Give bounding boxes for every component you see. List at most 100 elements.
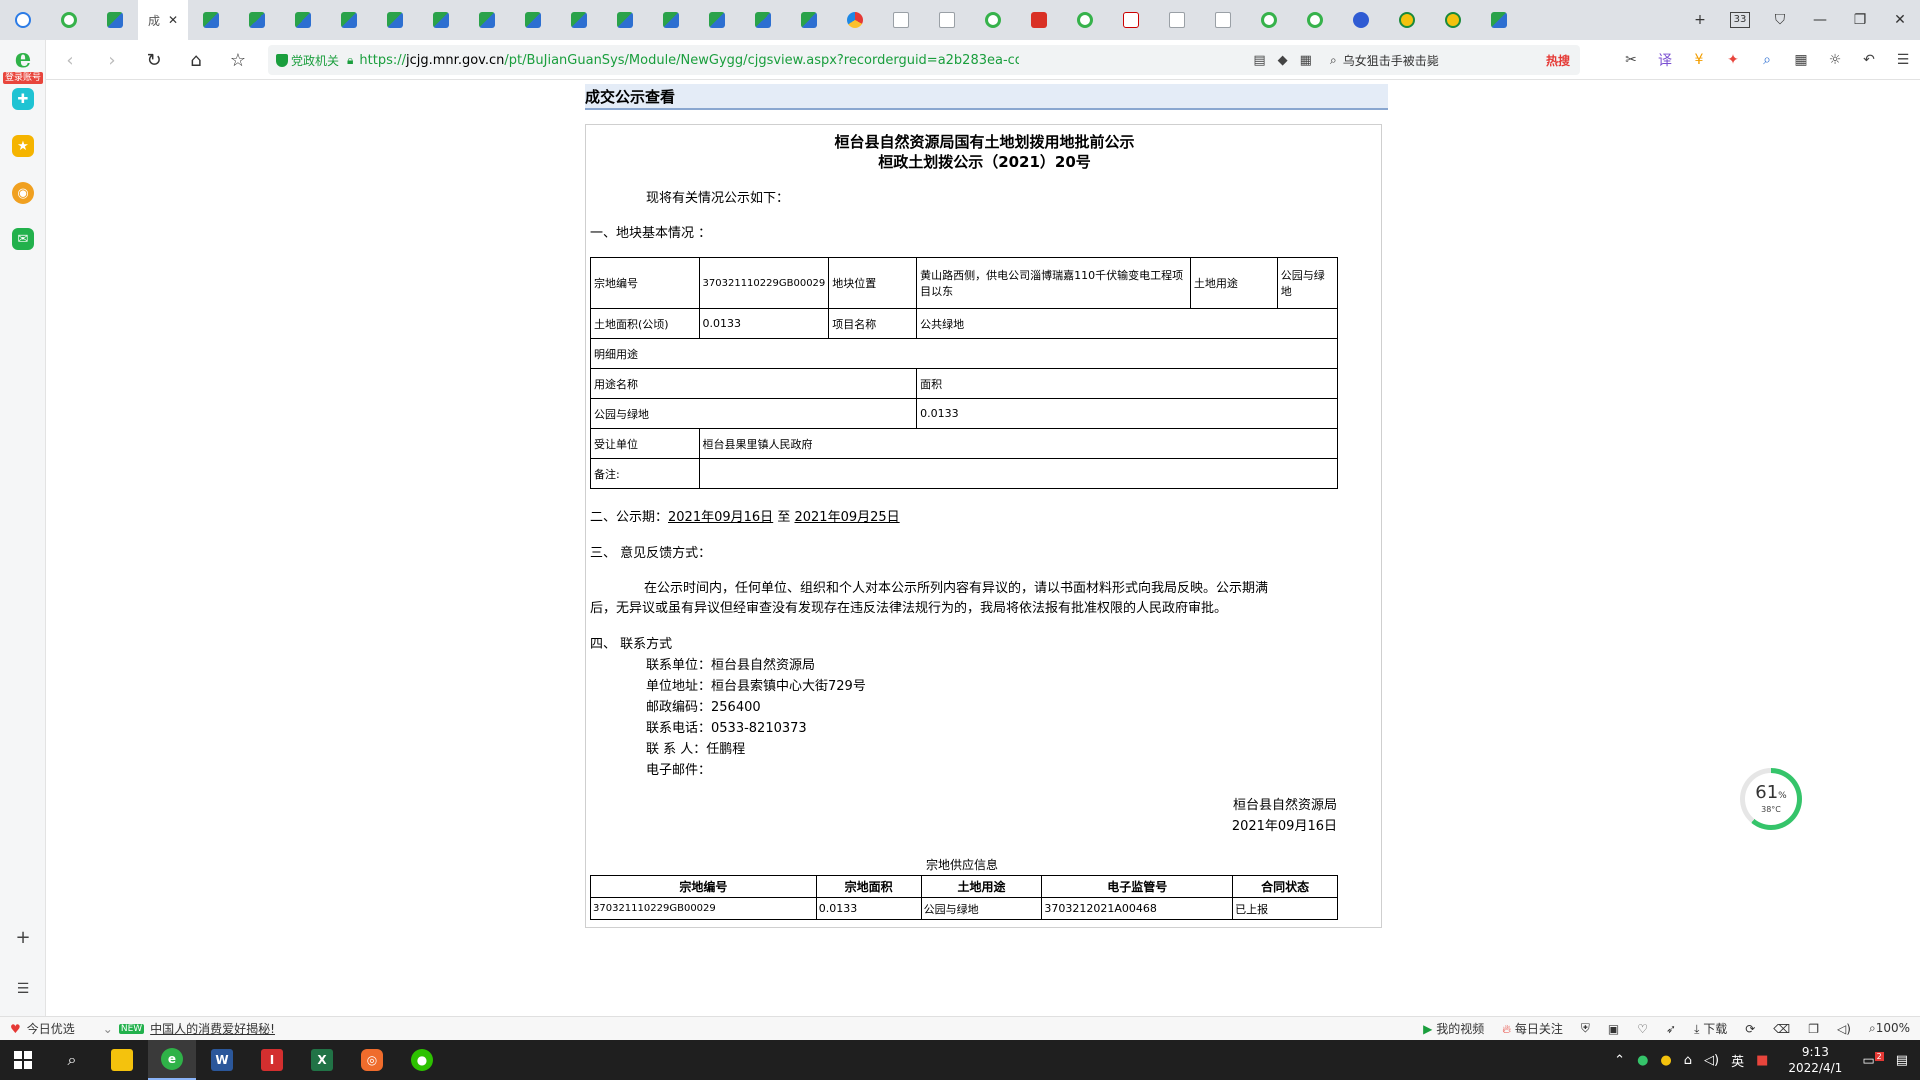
taskbar-word[interactable]: W (198, 1040, 246, 1080)
game-icon[interactable]: ✦ (1716, 52, 1750, 68)
windows-start-icon[interactable] (14, 1051, 32, 1069)
menu-icon[interactable]: ☰ (1886, 52, 1920, 68)
image-icon[interactable]: ▣ (1608, 1022, 1619, 1036)
mail-icon[interactable]: ✉ (12, 228, 34, 250)
lock-icon[interactable]: 🔒︎ (347, 53, 353, 68)
health-icon[interactable]: ♡ (1637, 1022, 1648, 1036)
shirt-skin-icon[interactable]: ⛉ (1760, 0, 1800, 40)
search-tool-icon[interactable]: ⌕ (1750, 52, 1784, 68)
taskbar-excel[interactable]: X (298, 1040, 346, 1080)
undo-icon[interactable]: ↶ (1852, 52, 1886, 68)
browser-tab[interactable] (1246, 0, 1292, 40)
chevron-down-icon[interactable]: ⌄ (103, 1022, 113, 1036)
taskbar-file-explorer[interactable] (98, 1040, 146, 1080)
browser-tab[interactable] (924, 0, 970, 40)
today-picks-link[interactable]: 今日优选 (27, 1020, 75, 1037)
clear-icon[interactable]: ⌫ (1773, 1022, 1790, 1036)
browser-tab[interactable] (510, 0, 556, 40)
address-bar[interactable]: 党政机关 🔒︎ https://jcjg.mnr.gov.cn/pt/BuJia… (268, 45, 1364, 75)
favorites-star-icon[interactable]: ★ (12, 135, 34, 157)
browser-tab[interactable] (1476, 0, 1522, 40)
browser-tab[interactable] (832, 0, 878, 40)
hot-search-tag[interactable]: 热搜 (1546, 52, 1570, 69)
window-icon[interactable]: ❐ (1808, 1022, 1819, 1036)
zoom-control[interactable]: ⌕100% (1869, 1021, 1910, 1036)
translate-icon[interactable]: 译 (1648, 50, 1682, 70)
system-clock[interactable]: 9:13 2022/4/1 (1788, 1044, 1842, 1076)
security-icon[interactable]: ◆ (1278, 53, 1288, 68)
browser-tab[interactable] (1154, 0, 1200, 40)
home-button[interactable]: ⌂ (184, 48, 208, 72)
action-center-icon[interactable]: ▤ (1896, 1053, 1908, 1068)
browser-tab[interactable] (46, 0, 92, 40)
browser-tab[interactable] (372, 0, 418, 40)
tray-app2-icon[interactable]: ● (1660, 1053, 1671, 1068)
browser-tab[interactable] (188, 0, 234, 40)
sync-icon[interactable]: ⟳ (1745, 1022, 1755, 1036)
rocket-icon[interactable]: ➶ (1666, 1022, 1676, 1036)
browser-tab[interactable] (92, 0, 138, 40)
taskbar-wechat[interactable]: ● (398, 1040, 446, 1080)
login-account-tag[interactable]: 登录账号 (3, 72, 44, 84)
browser-tab[interactable] (0, 0, 46, 40)
browser-tab[interactable] (740, 0, 786, 40)
browser-tab[interactable] (1430, 0, 1476, 40)
plus-app-icon[interactable]: ✚ (12, 88, 34, 110)
browser-tab[interactable] (970, 0, 1016, 40)
qr-code-icon[interactable]: ▦ (1300, 53, 1312, 68)
weibo-icon[interactable]: ◉ (12, 182, 34, 204)
close-window-button[interactable]: ✕ (1880, 0, 1920, 40)
taskbar-game[interactable]: ◎ (348, 1040, 396, 1080)
browser-tab[interactable] (602, 0, 648, 40)
add-sidebar-app-icon[interactable]: + (12, 926, 34, 948)
tab-active[interactable]: 成 ✕ (138, 0, 188, 40)
browser-tab[interactable] (648, 0, 694, 40)
taskbar-pdf-app[interactable]: I (248, 1040, 296, 1080)
browser-tab[interactable] (786, 0, 832, 40)
browser-tab[interactable] (1292, 0, 1338, 40)
browser-tab[interactable] (280, 0, 326, 40)
network-icon[interactable]: ⌂ (1684, 1053, 1692, 1068)
sidebar-menu-icon[interactable]: ☰ (12, 978, 34, 1000)
browser-tab[interactable] (326, 0, 372, 40)
shield-icon[interactable]: ⛨ (1581, 1021, 1590, 1036)
download-link[interactable]: ⤓ 下载 (1694, 1020, 1727, 1037)
reader-mode-icon[interactable]: ▤ (1253, 53, 1265, 68)
apps-grid-icon[interactable]: ▦ (1784, 52, 1818, 68)
browser-tab[interactable] (556, 0, 602, 40)
browser-tab[interactable] (1108, 0, 1154, 40)
tab-close-icon[interactable]: ✕ (168, 13, 178, 27)
daily-focus-link[interactable]: 🔥︎ 每日关注 (1502, 1020, 1563, 1037)
browser-tab[interactable] (1016, 0, 1062, 40)
browser-tab[interactable] (234, 0, 280, 40)
tray-app-icon[interactable]: ● (1637, 1053, 1648, 1068)
back-button[interactable]: ‹ (58, 48, 82, 72)
refresh-button[interactable]: ↻ (142, 48, 166, 72)
forward-button[interactable]: › (100, 48, 124, 72)
sound-icon[interactable]: ◁) (1837, 1022, 1851, 1036)
bookmark-star-button[interactable]: ☆ (226, 48, 250, 72)
volume-icon[interactable]: ◁) (1704, 1053, 1719, 1068)
browser-tab[interactable] (1062, 0, 1108, 40)
new-tab-button[interactable]: + (1680, 0, 1720, 40)
browser-tab[interactable] (694, 0, 740, 40)
browser-tab[interactable] (1338, 0, 1384, 40)
ime-indicator[interactable]: 英 (1731, 1051, 1744, 1070)
my-video-link[interactable]: ▶ 我的视频 (1423, 1020, 1484, 1037)
search-box[interactable]: ⌕ 乌女狙击手被击毙 热搜 (1322, 45, 1580, 75)
browser-tab[interactable] (878, 0, 924, 40)
taskbar-browser[interactable]: e (148, 1040, 196, 1080)
tray-expand-icon[interactable]: ⌃ (1614, 1053, 1625, 1068)
restore-button[interactable]: ❐ (1840, 0, 1880, 40)
taskbar-search[interactable]: ⌕ (48, 1040, 96, 1080)
notification-app-icon[interactable]: ▭ 2 (1862, 1051, 1884, 1068)
url-text[interactable]: https://jcjg.mnr.gov.cn/pt/BuJianGuanSys… (359, 53, 1019, 68)
browser-tab[interactable] (418, 0, 464, 40)
news-link[interactable]: 中国人的消费爱好揭秘! (150, 1020, 275, 1037)
browser-tab[interactable] (1200, 0, 1246, 40)
browser-tab[interactable] (464, 0, 510, 40)
browser-logo[interactable]: e 登录账号 (3, 46, 44, 84)
sogou-ime-icon[interactable]: ■ (1756, 1053, 1768, 1068)
brightness-icon[interactable]: ☼ (1818, 52, 1852, 68)
memory-speedup-widget[interactable]: 61% 38°C (1740, 768, 1802, 830)
